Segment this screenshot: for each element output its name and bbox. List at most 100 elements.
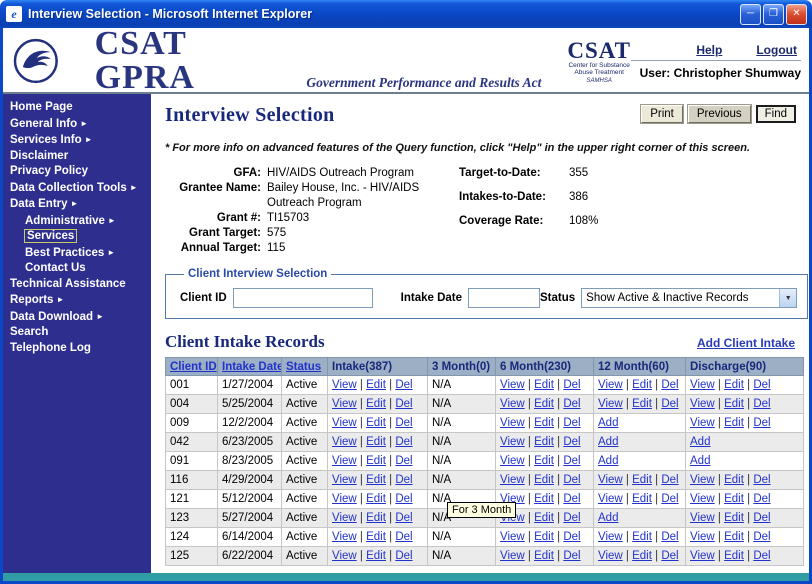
del-link[interactable]: Del: [753, 550, 770, 562]
edit-link[interactable]: Edit: [632, 550, 652, 562]
del-link[interactable]: Del: [395, 474, 412, 486]
del-link[interactable]: Del: [395, 379, 412, 391]
view-link[interactable]: View: [500, 455, 525, 467]
add-link[interactable]: Add: [690, 436, 710, 448]
sidebar-item-data-collection-tools[interactable]: Data Collection Tools ►: [10, 180, 151, 197]
sidebar-item-data-entry[interactable]: Data Entry ►: [10, 196, 151, 213]
del-link[interactable]: Del: [563, 512, 580, 524]
view-link[interactable]: View: [690, 512, 715, 524]
view-link[interactable]: View: [500, 398, 525, 410]
del-link[interactable]: Del: [661, 379, 678, 391]
del-link[interactable]: Del: [563, 531, 580, 543]
del-link[interactable]: Del: [563, 550, 580, 562]
edit-link[interactable]: Edit: [534, 417, 554, 429]
del-link[interactable]: Del: [395, 436, 412, 448]
add-link[interactable]: Add: [598, 436, 618, 448]
edit-link[interactable]: Edit: [366, 474, 386, 486]
view-link[interactable]: View: [500, 436, 525, 448]
window-titlebar[interactable]: e Interview Selection - Microsoft Intern…: [0, 0, 812, 28]
view-link[interactable]: View: [690, 379, 715, 391]
view-link[interactable]: View: [598, 531, 623, 543]
intake-date-input[interactable]: [468, 288, 540, 308]
minimize-button[interactable]: ─: [740, 3, 761, 25]
view-link[interactable]: View: [332, 531, 357, 543]
del-link[interactable]: Del: [661, 398, 678, 410]
edit-link[interactable]: Edit: [724, 398, 744, 410]
edit-link[interactable]: Edit: [366, 531, 386, 543]
sort-link[interactable]: Status: [286, 361, 321, 373]
del-link[interactable]: Del: [395, 531, 412, 543]
view-link[interactable]: View: [500, 474, 525, 486]
view-link[interactable]: View: [598, 493, 623, 505]
edit-link[interactable]: Edit: [534, 493, 554, 505]
del-link[interactable]: Del: [563, 455, 580, 467]
add-link[interactable]: Add: [598, 512, 618, 524]
view-link[interactable]: View: [690, 493, 715, 505]
logout-link[interactable]: Logout: [756, 43, 797, 57]
sidebar-item-home-page[interactable]: Home Page: [10, 100, 151, 116]
sidebar-item-best-practices[interactable]: Best Practices ►: [10, 245, 151, 262]
del-link[interactable]: Del: [753, 493, 770, 505]
view-link[interactable]: View: [598, 550, 623, 562]
del-link[interactable]: Del: [563, 417, 580, 429]
del-link[interactable]: Del: [753, 398, 770, 410]
view-link[interactable]: View: [332, 436, 357, 448]
view-link[interactable]: View: [500, 531, 525, 543]
edit-link[interactable]: Edit: [366, 417, 386, 429]
view-link[interactable]: View: [500, 550, 525, 562]
edit-link[interactable]: Edit: [632, 531, 652, 543]
view-link[interactable]: View: [690, 474, 715, 486]
view-link[interactable]: View: [500, 379, 525, 391]
edit-link[interactable]: Edit: [632, 493, 652, 505]
del-link[interactable]: Del: [563, 474, 580, 486]
edit-link[interactable]: Edit: [632, 379, 652, 391]
del-link[interactable]: Del: [395, 493, 412, 505]
sidebar-item-telephone-log[interactable]: Telephone Log: [10, 341, 151, 357]
del-link[interactable]: Del: [395, 417, 412, 429]
edit-link[interactable]: Edit: [724, 550, 744, 562]
view-link[interactable]: View: [690, 398, 715, 410]
view-link[interactable]: View: [598, 398, 623, 410]
del-link[interactable]: Del: [661, 474, 678, 486]
view-link[interactable]: View: [332, 512, 357, 524]
view-link[interactable]: View: [332, 550, 357, 562]
edit-link[interactable]: Edit: [366, 455, 386, 467]
edit-link[interactable]: Edit: [534, 436, 554, 448]
edit-link[interactable]: Edit: [724, 417, 744, 429]
edit-link[interactable]: Edit: [366, 379, 386, 391]
column-header-status[interactable]: Status: [281, 357, 328, 376]
del-link[interactable]: Del: [661, 550, 678, 562]
edit-link[interactable]: Edit: [724, 474, 744, 486]
sidebar-item-privacy-policy[interactable]: Privacy Policy: [10, 164, 151, 180]
view-link[interactable]: View: [332, 417, 357, 429]
close-button[interactable]: ✕: [786, 3, 807, 25]
view-link[interactable]: View: [598, 379, 623, 391]
help-link[interactable]: Help: [696, 43, 722, 57]
sidebar-item-general-info[interactable]: General Info ►: [10, 116, 151, 133]
del-link[interactable]: Del: [563, 398, 580, 410]
del-link[interactable]: Del: [395, 398, 412, 410]
edit-link[interactable]: Edit: [724, 512, 744, 524]
view-link[interactable]: View: [332, 398, 357, 410]
del-link[interactable]: Del: [395, 512, 412, 524]
del-link[interactable]: Del: [395, 455, 412, 467]
edit-link[interactable]: Edit: [534, 512, 554, 524]
edit-link[interactable]: Edit: [534, 379, 554, 391]
edit-link[interactable]: Edit: [724, 493, 744, 505]
sidebar-item-technical-assistance[interactable]: Technical Assistance: [10, 277, 151, 293]
print-button[interactable]: Print: [640, 104, 684, 124]
view-link[interactable]: View: [690, 550, 715, 562]
add-link[interactable]: Add: [598, 417, 618, 429]
edit-link[interactable]: Edit: [632, 474, 652, 486]
edit-link[interactable]: Edit: [366, 436, 386, 448]
del-link[interactable]: Del: [563, 379, 580, 391]
view-link[interactable]: View: [690, 531, 715, 543]
edit-link[interactable]: Edit: [366, 512, 386, 524]
view-link[interactable]: View: [500, 417, 525, 429]
del-link[interactable]: Del: [753, 379, 770, 391]
view-link[interactable]: View: [332, 493, 357, 505]
status-select[interactable]: Show Active & Inactive Records ▼: [581, 288, 798, 308]
del-link[interactable]: Del: [753, 512, 770, 524]
edit-link[interactable]: Edit: [534, 531, 554, 543]
sidebar-item-services-info[interactable]: Services Info ►: [10, 132, 151, 149]
